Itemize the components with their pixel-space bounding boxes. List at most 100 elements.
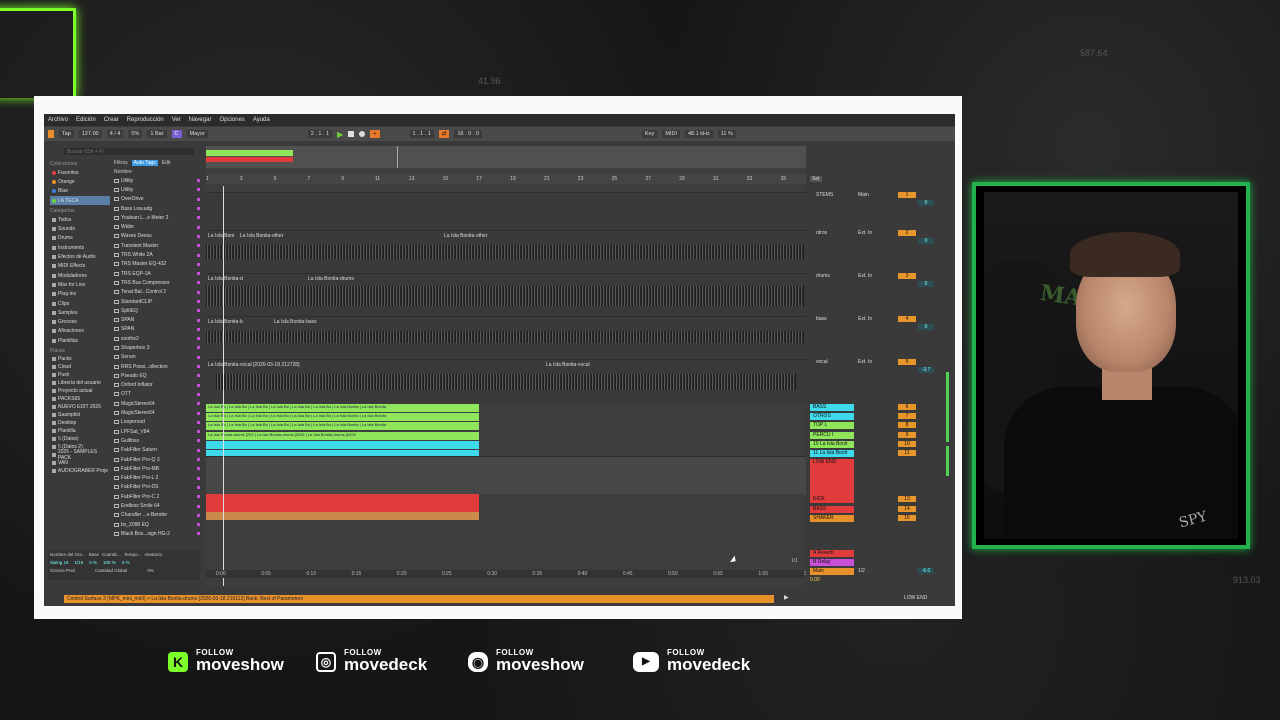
tap-button[interactable]: Tap (59, 130, 74, 138)
category-item[interactable]: Max for Live (50, 280, 110, 289)
place-item[interactable]: 2025 - SAMPLES PACK (50, 449, 110, 461)
midi-clip-row[interactable]: La Isla Bo | La Isla Bo | La Isla Bo | L… (206, 404, 479, 412)
place-item[interactable]: Desktop (50, 419, 110, 427)
track-activator[interactable]: 5 (898, 359, 916, 365)
menu-item-edición[interactable]: Edición (76, 117, 96, 123)
automation-arm-icon[interactable]: + (370, 130, 380, 138)
browser-file-item[interactable]: Oxford Inflator (114, 381, 200, 390)
track-activator[interactable]: 8 (898, 422, 916, 429)
quantize-menu[interactable]: 1 Bar (147, 130, 167, 138)
return-track[interactable]: A Reverb (810, 550, 854, 557)
browser-file-item[interactable]: SPAN (114, 325, 200, 334)
mixer-small-track[interactable]: 11 La Isla Bonit (810, 450, 854, 457)
browser-file-item[interactable]: FabFilter Pro-C 2 (114, 492, 200, 501)
browser-file-item[interactable]: Utility (114, 176, 200, 185)
browser-file-item[interactable]: OTT (114, 390, 200, 399)
name-column-header[interactable]: Nombre (114, 167, 200, 176)
key-map-button[interactable]: Key (641, 130, 658, 138)
browser-file-item[interactable]: Pseudo EQ (114, 371, 200, 380)
track-activator[interactable]: 2 (898, 230, 916, 236)
browser-file-item[interactable]: FabFilter Pro-DS (114, 483, 200, 492)
browser-file-item[interactable]: FabFilter Pro-MB (114, 464, 200, 473)
input-select[interactable]: Ext. In (858, 316, 892, 322)
set-button[interactable]: Set (810, 176, 822, 182)
track-otros[interactable]: La Isla Boni La Isla Bonita-other La Isl… (206, 230, 806, 273)
category-item[interactable]: Plug-ins (50, 290, 110, 299)
menu-item-ver[interactable]: Ver (172, 117, 181, 123)
midi-map-button[interactable]: MIDI (662, 130, 680, 138)
input-select[interactable]: Main (858, 192, 892, 198)
input-select[interactable]: Ext. In (858, 273, 892, 279)
browser-file-item[interactable]: SPAN (114, 315, 200, 324)
place-item[interactable]: NUEVO EDIT 2026 (50, 403, 110, 411)
collection-item[interactable]: Favoritos (50, 168, 110, 177)
midi-clip-row[interactable]: La Isla Bonita-drums [202 | La Isla Boni… (206, 431, 479, 440)
browser-file-item[interactable]: Looperoud (114, 418, 200, 427)
browser-file-item[interactable]: RRS Possi...ollection (114, 362, 200, 371)
loop-switch-icon[interactable]: ⇄ (438, 130, 450, 138)
arrangement-position[interactable]: 2 . 1 . 1 (307, 130, 333, 138)
mixer-small-track[interactable]: LOW END (810, 459, 854, 498)
return-track[interactable]: Main (810, 568, 854, 575)
browser-file-item[interactable]: TRS EQP-1A (114, 269, 200, 278)
mixer-track-name[interactable]: STEMS (816, 192, 833, 198)
place-item[interactable]: PACKS65 (50, 395, 110, 403)
category-item[interactable]: Samples (50, 308, 110, 317)
browser-file-item[interactable]: FabFilter Pro-Q 3 (114, 455, 200, 464)
browser-search-input[interactable] (64, 148, 194, 155)
mixer-small-track[interactable]: TOP L (810, 422, 854, 430)
browser-file-item[interactable]: FabFilter Saturn (114, 446, 200, 455)
link-icon[interactable] (48, 130, 54, 138)
return-track[interactable]: B Delay (810, 559, 854, 566)
clip-kick[interactable] (206, 494, 479, 503)
menu-item-navegar[interactable]: Navegar (189, 117, 212, 123)
menu-item-reproducción[interactable]: Reproducción (127, 117, 164, 123)
browser-file-item[interactable]: OverDrive (114, 195, 200, 204)
browser-file-item[interactable]: FabFilter Pro-L 2 (114, 474, 200, 483)
mixer-small-track[interactable]: PERCU I (810, 431, 854, 439)
scale-select[interactable]: Mayor (186, 130, 208, 138)
volume-field[interactable]: 0 (918, 281, 934, 287)
category-item[interactable]: Moduladores (50, 271, 110, 280)
place-item[interactable]: Saamplist (50, 411, 110, 419)
browser-file-item[interactable]: TRS Bus Compressor (114, 278, 200, 287)
mixer-track-name[interactable]: vocal (816, 359, 828, 365)
beat-ruler[interactable]: 1 3 5 7 9 11 13 15 17 19 21 23 25 27 29 31 33 35 (206, 174, 806, 184)
menu-item-archivo[interactable]: Archivo (48, 117, 68, 123)
tempo-field[interactable]: 127.00 (78, 130, 102, 138)
place-item[interactable]: \\ (Datos) (50, 435, 110, 443)
category-item[interactable]: Drums (50, 234, 110, 243)
mixer-track-name[interactable]: otros (816, 230, 827, 236)
browser-file-item[interactable]: SplitEQ (114, 306, 200, 315)
category-item[interactable]: MIDI Effects (50, 262, 110, 271)
auto-tags-button[interactable]: Auto Tags (131, 159, 158, 166)
category-item[interactable]: Grooves (50, 317, 110, 326)
browser-file-item[interactable]: Serum (114, 353, 200, 362)
browser-file-item[interactable]: Endless Smile 64 (114, 501, 200, 510)
mixer-small-track[interactable]: OTROS (810, 413, 854, 421)
browser-file-item[interactable]: Black Box...sign HG-2 (114, 529, 200, 538)
track-drums[interactable]: La Isla Bonita-d La Isla Bonita-drums (206, 273, 806, 316)
category-item[interactable]: Sounds (50, 224, 110, 233)
place-item[interactable]: Push (50, 371, 110, 379)
metronome-level[interactable]: 0% (128, 130, 143, 138)
clip-shaker[interactable] (206, 512, 479, 520)
volume-field[interactable]: 0 (918, 200, 934, 206)
browser-file-item[interactable]: soothe2 (114, 334, 200, 343)
volume-field[interactable]: 0 (918, 238, 934, 244)
social-youtube[interactable]: ▶ FOLLOW movedeck (633, 648, 750, 675)
main-volume[interactable]: 0.00 (810, 577, 820, 583)
place-item[interactable]: AUDIOGRABER Proje (50, 467, 110, 475)
mixer-track-name[interactable]: bass (816, 316, 827, 322)
collection-item[interactable]: Blue (50, 187, 110, 196)
global-amount-value[interactable]: 0% (147, 568, 154, 573)
browser-file-item[interactable]: StandardCLIP (114, 297, 200, 306)
social-kick[interactable]: K FOLLOW moveshow (168, 648, 284, 675)
track-activator[interactable]: 1 (898, 192, 916, 198)
browser-file-item[interactable]: MagicStereo64 (114, 399, 200, 408)
mixer-small-track[interactable]: KICK (810, 496, 854, 504)
groove-value[interactable]: 1/16 (75, 560, 84, 565)
main-db[interactable]: -6.0 (918, 568, 934, 574)
menu-item-crear[interactable]: Crear (104, 117, 119, 123)
browser-file-item[interactable]: Gullfoss (114, 436, 200, 445)
